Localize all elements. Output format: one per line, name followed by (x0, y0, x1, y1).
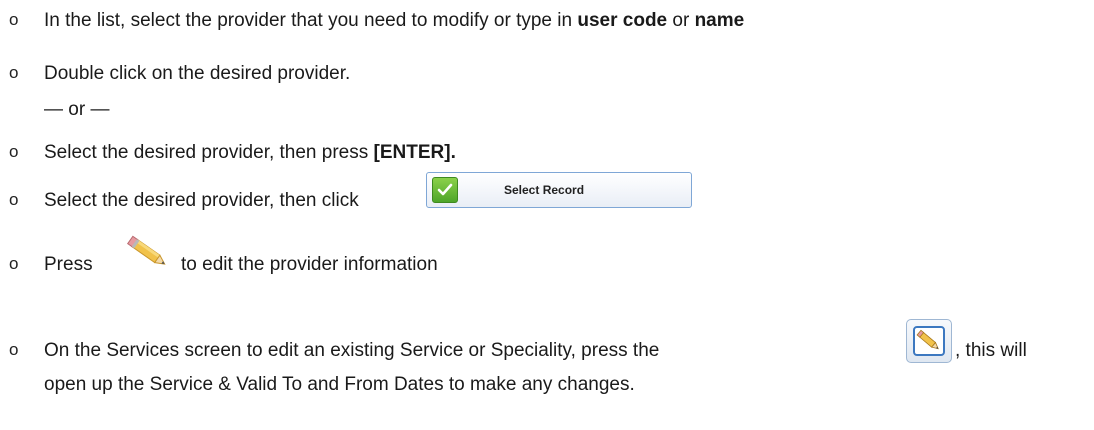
select-record-button[interactable]: Select Record (426, 172, 692, 208)
bullet: o (9, 63, 19, 82)
step-3-text: Select the desired provider, then press … (44, 142, 456, 164)
step-6-line1-before: On the Services screen to edit an existi… (44, 340, 660, 361)
step-5-before: Press (44, 254, 93, 275)
step-2-text: Double click on the desired provider. (44, 63, 351, 84)
bullet: o (9, 10, 19, 29)
bullet: o (9, 254, 19, 273)
edit-service-button[interactable] (906, 319, 952, 363)
or-separator-text: — or — (44, 99, 110, 120)
enter-key-label: [ENTER]. (373, 142, 456, 163)
checkmark-icon (432, 177, 458, 203)
user-code-keyword: user code (577, 10, 668, 31)
select-record-label: Select Record (504, 183, 585, 197)
step-6-line2-text: open up the Service & Valid To and From … (44, 374, 635, 395)
pencil-icon[interactable] (125, 233, 171, 273)
step-6-line1-after: , this will (955, 340, 1027, 361)
step-4-text: Select the desired provider, then click (44, 190, 359, 211)
bullet: o (9, 142, 19, 161)
step-1-middle: or (667, 10, 695, 31)
bullet: o (9, 340, 19, 359)
step-3-before: Select the desired provider, then press (44, 142, 374, 163)
step-5-after: to edit the provider information (181, 254, 438, 275)
step-1-text: In the list, select the provider that yo… (44, 10, 744, 32)
name-keyword: name (694, 10, 745, 31)
bullet: o (9, 190, 19, 209)
step-1-before: In the list, select the provider that yo… (44, 10, 578, 31)
pencil-icon (913, 326, 945, 356)
